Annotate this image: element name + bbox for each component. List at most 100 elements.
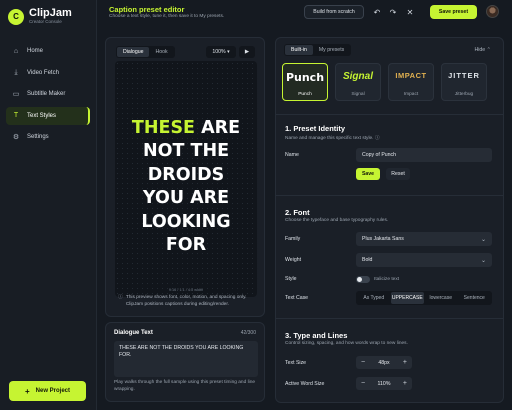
- gear-icon: ⚙: [12, 134, 20, 141]
- new-project-button[interactable]: + New Project: [9, 381, 86, 401]
- font-family-value: Plus Jakarta Sans: [362, 236, 404, 242]
- case-option-lowercase[interactable]: lowercase: [424, 292, 458, 304]
- divider: [276, 114, 503, 115]
- info-icon: ⓘ: [118, 295, 123, 300]
- section-title-identity: 1. Preset Identity: [285, 124, 346, 133]
- avatar[interactable]: [486, 5, 499, 18]
- zoom-value: 100%: [212, 49, 226, 55]
- italicize-label: Italicize text: [374, 277, 400, 282]
- caption-preview: THESE ARE NOT THE DROIDS YOU ARE LOOKING…: [115, 117, 257, 257]
- dialogue-textarea[interactable]: THESE ARE NOT THE DROIDS YOU ARE LOOKING…: [114, 341, 258, 377]
- chevron-down-icon: ⌄: [480, 257, 486, 264]
- brand[interactable]: C ClipJam Creator Console: [8, 8, 72, 25]
- tab-built-in[interactable]: Built-in: [285, 45, 313, 55]
- section-subtitle-identity: Name and manage this specific text style…: [285, 136, 380, 141]
- plus-icon[interactable]: +: [403, 359, 407, 366]
- chevron-down-icon: ⌄: [480, 236, 486, 243]
- preset-list: Punch Punch Signal Signal IMPACT Impact …: [282, 63, 494, 103]
- sidebar-item-label: Home: [27, 48, 44, 54]
- dialogue-char-count: 42/300: [240, 330, 256, 336]
- preset-preview: JITTER: [448, 71, 480, 80]
- close-icon[interactable]: ✕: [404, 6, 416, 18]
- name-input[interactable]: Copy of Punch: [356, 148, 492, 162]
- reset-button[interactable]: Reset: [386, 168, 410, 180]
- weight-label: Weight: [285, 257, 302, 263]
- sidebar-item-settings[interactable]: ⚙ Settings: [6, 128, 90, 146]
- play-button[interactable]: ▶: [239, 46, 255, 58]
- text-case-label: Text Case: [285, 295, 309, 301]
- page-subtitle: Choose a text style, tune it, then save …: [109, 14, 225, 19]
- text-size-value: 48px: [378, 359, 390, 366]
- tab-hook[interactable]: Hook: [149, 47, 173, 57]
- caption-line: YOU ARE: [142, 188, 230, 209]
- save-preset-button[interactable]: Save preset: [430, 5, 477, 19]
- sidebar-item-home[interactable]: ⌂ Home: [6, 42, 90, 60]
- text-style-icon: T: [13, 112, 19, 119]
- sidebar-item-text-styles[interactable]: T Text Styles: [6, 106, 90, 125]
- preview-canvas: THESE ARE NOT THE DROIDS YOU ARE LOOKING…: [115, 61, 257, 297]
- case-option-as-typed[interactable]: As Typed: [357, 292, 391, 304]
- active-word-size-stepper[interactable]: − 110% +: [356, 377, 412, 390]
- section-title-type-lines: 3. Type and Lines: [285, 331, 348, 340]
- save-button[interactable]: Save: [356, 168, 380, 180]
- hide-label: Hide: [474, 47, 486, 53]
- download-icon: ⤓: [14, 68, 18, 76]
- preset-name: Signal: [351, 92, 365, 97]
- sidebar-item-label: Text Styles: [27, 112, 57, 119]
- font-weight-value: Bold: [362, 257, 373, 263]
- preset-card-punch[interactable]: Punch Punch: [282, 63, 328, 101]
- canvas-footer: 9:16 / 1:1 / 4:5 width: [168, 288, 204, 292]
- preset-name: Jitterbug: [454, 92, 474, 97]
- italicize-toggle[interactable]: [356, 276, 370, 283]
- tab-dialogue[interactable]: Dialogue: [117, 47, 150, 57]
- sidebar-item-label: Subtitle Maker: [27, 91, 66, 97]
- sidebar-item-label: Settings: [27, 134, 49, 140]
- home-icon: ⌂: [13, 47, 19, 55]
- caption-highlight-word: THESE: [131, 118, 196, 138]
- preset-name: Punch: [298, 92, 312, 97]
- build-from-scratch-button[interactable]: Build from scratch: [304, 5, 364, 19]
- sidebar-item-video-fetch[interactable]: ⤓ Video Fetch: [6, 64, 90, 82]
- preset-card-signal[interactable]: Signal Signal: [335, 63, 381, 101]
- settings-panel: Built-in My presets Hide ⌃ Punch Punch S…: [275, 37, 504, 403]
- brand-subtitle: Creator Console: [29, 19, 62, 24]
- minus-icon[interactable]: −: [361, 380, 365, 387]
- preset-preview: IMPACT: [395, 71, 427, 80]
- preview-tabs: Dialogue Hook: [116, 46, 175, 58]
- sidebar-item-label: Video Fetch: [27, 69, 59, 76]
- text-case-segmented: As Typed UPPERCASE lowercase Sentence: [356, 291, 492, 305]
- preset-source-tabs: Built-in My presets: [284, 44, 352, 56]
- font-weight-select[interactable]: Bold ⌄: [356, 253, 492, 267]
- minus-icon[interactable]: −: [361, 359, 365, 366]
- dialogue-panel: Dialogue Text 42/300 THESE ARE NOT THE D…: [105, 322, 265, 402]
- play-icon: ▶: [244, 49, 250, 55]
- preset-card-jitterbug[interactable]: JITTER Jitterbug: [441, 63, 487, 101]
- caption-line: LOOKING: [141, 211, 231, 232]
- sidebar: C ClipJam Creator Console ⌂ Home ⤓ Video…: [0, 0, 97, 410]
- preset-name: Impact: [403, 92, 419, 97]
- divider: [276, 195, 503, 196]
- section-title-font: 2. Font: [285, 208, 310, 217]
- text-size-stepper[interactable]: − 48px +: [356, 356, 412, 369]
- caption-line: ARE: [195, 118, 241, 138]
- style-label: Style: [285, 276, 297, 282]
- tab-my-presets[interactable]: My presets: [313, 45, 350, 55]
- divider: [276, 318, 503, 319]
- case-option-sentence[interactable]: Sentence: [458, 292, 492, 304]
- preset-preview: Signal: [342, 71, 373, 82]
- name-label: Name: [285, 152, 299, 158]
- case-option-uppercase[interactable]: UPPERCASE: [390, 292, 424, 304]
- font-family-select[interactable]: Plus Jakarta Sans ⌄: [356, 232, 492, 246]
- redo-icon[interactable]: ↷: [387, 6, 399, 18]
- undo-icon[interactable]: ↶: [371, 6, 383, 18]
- hide-toggle[interactable]: Hide ⌃: [475, 47, 491, 53]
- sidebar-nav: ⌂ Home ⤓ Video Fetch ▭ Subtitle Maker T …: [6, 42, 90, 150]
- preset-card-impact[interactable]: IMPACT Impact: [388, 63, 434, 101]
- plus-icon[interactable]: +: [403, 380, 407, 387]
- section-subtitle-font: Choose the typeface and base typography …: [285, 218, 389, 223]
- zoom-select[interactable]: 100% ▾: [206, 46, 236, 58]
- dialogue-title: Dialogue Text: [114, 330, 153, 336]
- caption-line: DROIDS: [147, 164, 225, 185]
- preview-note: ⓘ This preview shows font, color, motion…: [118, 295, 264, 308]
- sidebar-item-subtitle-maker[interactable]: ▭ Subtitle Maker: [6, 85, 90, 103]
